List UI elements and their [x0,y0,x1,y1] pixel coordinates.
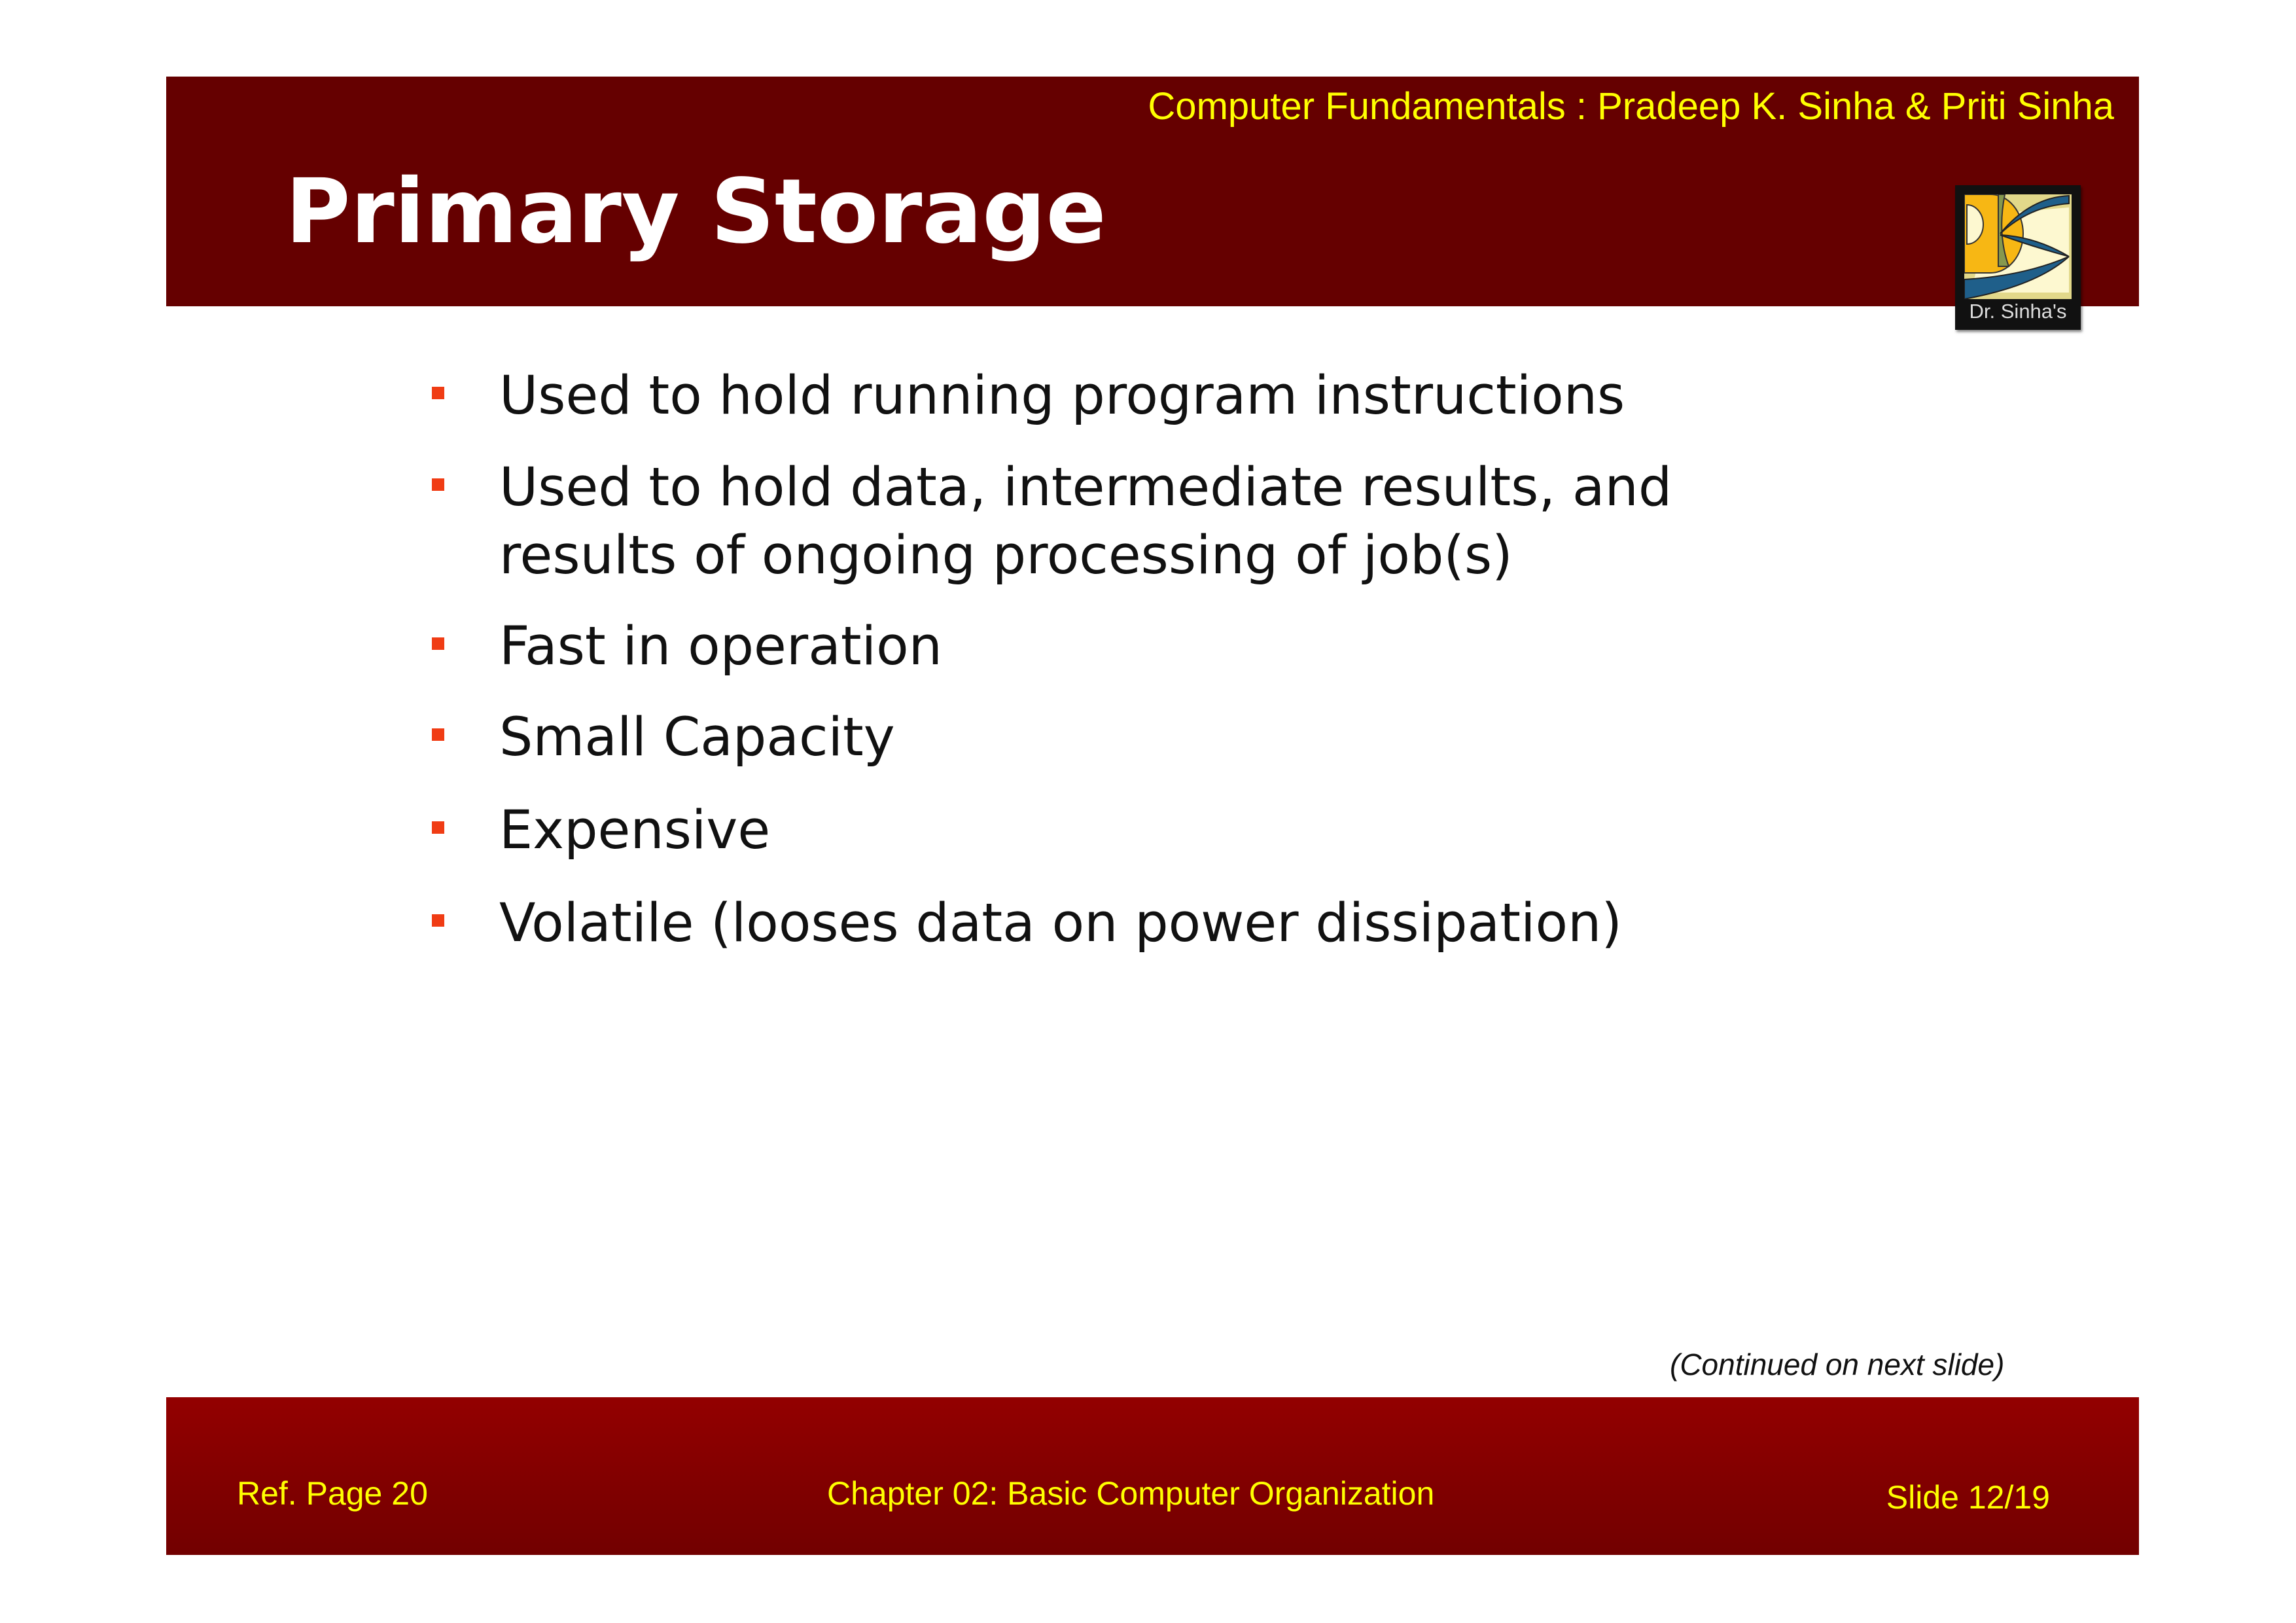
bullet-item: Volatile (looses data on power dissipati… [432,889,1622,957]
bullet-square-icon [432,914,444,927]
bullet-square-icon [432,821,444,834]
bullet-square-icon [432,387,444,399]
continued-note: (Continued on next slide) [1670,1347,2005,1382]
bullet-item: Small Capacity [432,704,895,772]
slide-footer: Ref. Page 20 Chapter 02: Basic Computer … [166,1397,2139,1555]
bullet-square-icon [432,478,444,491]
bullet-item: Fast in operation [432,613,942,681]
dr-sinhas-logo: Dr. Sinha's [1955,185,2081,330]
slide-title: Primary Storage [285,160,1106,264]
slide-header: Computer Fundamentals : Pradeep K. Sinha… [166,77,2139,306]
bullet-item: Used to hold running program instruction… [432,362,1625,430]
bullet-item: Used to hold data, intermediate results,… [432,454,1672,590]
bullet-item: Expensive [432,796,770,865]
bullet-square-icon [432,728,444,741]
chapter-title: Chapter 02: Basic Computer Organization [827,1475,1435,1512]
bullet-square-icon [432,637,444,650]
ref-page: Ref. Page 20 [237,1475,428,1512]
logo-icon [1964,194,2072,299]
book-title: Computer Fundamentals : Pradeep K. Sinha… [1148,85,2114,128]
logo-text: Dr. Sinha's [1969,300,2067,323]
slide-number: Slide 12/19 [1886,1479,2050,1516]
